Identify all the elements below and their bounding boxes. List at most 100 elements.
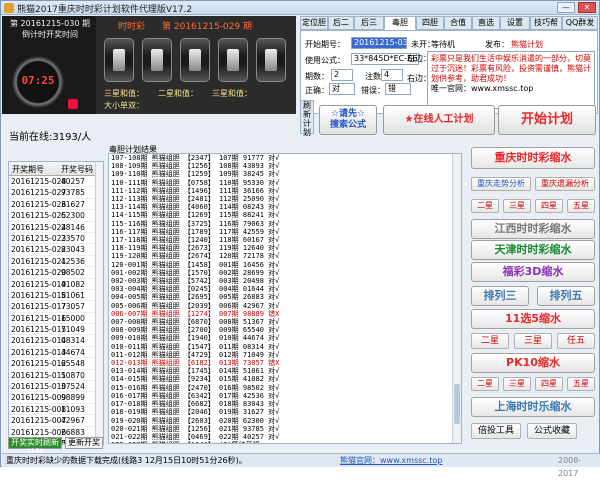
close-button[interactable]: ✕: [578, 2, 596, 13]
tj-shrink-button[interactable]: 天津时时彩缩水: [471, 240, 595, 260]
pk10-five-button[interactable]: 五星: [567, 377, 595, 391]
list-item-number: 98502: [61, 268, 85, 278]
tab-dudan[interactable]: 毒胆: [384, 16, 416, 30]
tab-qq-group[interactable]: QQ群发: [562, 16, 598, 30]
list-item-number: 40257: [61, 177, 85, 186]
draw-header: 时时彩 第 20161215-029 期: [104, 19, 290, 32]
pk10-shrink-button[interactable]: PK10缩水: [471, 353, 595, 373]
x115-shrink-button[interactable]: 11选5缩水: [471, 309, 595, 329]
status-value: 等待机: [431, 40, 455, 49]
wrong-label: 错误：: [361, 86, 385, 95]
tab-tips[interactable]: 技巧帮: [530, 16, 562, 30]
list-item[interactable]: 20161215-02283043: [9, 244, 103, 256]
list-item[interactable]: 20161215-00742967: [9, 415, 103, 427]
list-item[interactable]: 20161215-01773057: [9, 301, 103, 313]
result-line: 020-021期 熊猫组胆 【1256】 021期 93785 对√: [111, 424, 280, 433]
list-item[interactable]: 20161215-01037524: [9, 381, 103, 393]
plan-result-text[interactable]: 107-108期 熊猫组胆 【2347】 107期 91777 对√ 108-10…: [108, 153, 462, 444]
countdown-caption: 倒计时开奖时间: [22, 30, 78, 39]
search-formula-button[interactable]: ☆请先☆ 搜索公式: [319, 105, 377, 135]
list-item[interactable]: 20161215-01571049: [9, 324, 103, 336]
minimize-button[interactable]: —: [557, 2, 575, 13]
list-item[interactable]: 20161215-01408314: [9, 335, 103, 347]
result-line: 016-017期 熊猫组胆 【6342】 017期 42536 对√: [111, 391, 280, 400]
list-item-period: 20161215-013: [11, 347, 67, 357]
result-scroll-thumb[interactable]: [454, 384, 460, 424]
speaker-icon[interactable]: [68, 99, 78, 109]
tab-houer[interactable]: 后二: [328, 16, 354, 30]
tab-hezhi[interactable]: 合值: [444, 16, 472, 30]
draw-history-list[interactable]: 开奖期号 开奖号码 20161215-02840257 20161215-0279…: [8, 161, 104, 445]
pk10-two-button[interactable]: 二星: [471, 377, 499, 391]
list-item[interactable]: 20161215-01615000: [9, 313, 103, 325]
list-item-period: 20161215-024: [11, 222, 67, 232]
x115-three-button[interactable]: 三星: [514, 333, 552, 349]
x115-two-button[interactable]: 二星: [471, 333, 509, 349]
list-item[interactable]: 20161215-02793785: [9, 187, 103, 199]
list-item-number: 31627: [61, 199, 85, 209]
period-count-field[interactable]: 2: [331, 69, 353, 81]
list-item[interactable]: 20161215-01851061: [9, 290, 103, 302]
cq-four-star-button[interactable]: 四星: [535, 199, 563, 213]
start-plan-button[interactable]: 开始计划: [498, 105, 596, 135]
fc3d-shrink-button[interactable]: 福彩3D缩水: [471, 262, 595, 282]
list-item[interactable]: 20161215-02428146: [9, 222, 103, 233]
list-item[interactable]: 20161215-02323570: [9, 233, 103, 245]
cq-five-star-button[interactable]: 五星: [567, 199, 595, 213]
timed-refresh-button[interactable]: 开奖实时刷新计划: [8, 437, 62, 457]
list-item-number: 41082: [61, 279, 85, 289]
formula-favorites-button[interactable]: 公式收藏: [527, 423, 577, 439]
list-item[interactable]: 20161215-01941082: [9, 279, 103, 290]
list-item[interactable]: 20161215-02142536: [9, 256, 103, 268]
result-line: 116-117期 熊猫组胆 【1789】 117期 42559 对√: [111, 227, 280, 236]
list-item[interactable]: 20161215-01344674: [9, 347, 103, 359]
result-line: 006-007期 熊猫组胆 【1274】 007期 98889 错X: [111, 309, 280, 318]
correct-field[interactable]: 对: [329, 83, 355, 95]
jx-shrink-button[interactable]: 江西时时彩缩水: [471, 219, 595, 239]
bet-tool-button[interactable]: 倍投工具: [471, 423, 521, 439]
tab-settings[interactable]: 设置: [500, 16, 530, 30]
tab-sidan[interactable]: 四胆: [416, 16, 444, 30]
list-item-period: 20161215-008: [11, 404, 67, 414]
tab-zhixuan[interactable]: 直选: [472, 16, 500, 30]
result-scrollbar[interactable]: [452, 154, 461, 443]
result-line: 010-011期 熊猫组胆 【1547】 011期 08314 对√: [111, 342, 280, 351]
official-site-link[interactable]: 熊猫官网：www.xmssc.top: [340, 454, 442, 467]
pl3-button[interactable]: 排列三: [471, 286, 529, 306]
tab-housan[interactable]: 后三: [354, 16, 384, 30]
pk10-three-button[interactable]: 三星: [503, 377, 531, 391]
pl5-button[interactable]: 排列五: [537, 286, 595, 306]
tab-dingweidan[interactable]: 定位胆: [300, 16, 328, 30]
update-draw-button[interactable]: 更新开奖: [65, 437, 103, 449]
title-bar[interactable]: 熊猫2017重庆时时彩计划软件代理版V17.2 — ✕: [1, 1, 599, 15]
list-item-number: 37524: [61, 382, 85, 392]
x115-any-button[interactable]: 任五: [557, 333, 595, 349]
result-line: 112-113期 熊猫组胆 【2481】 112期 25090 对√: [111, 195, 280, 204]
list-item[interactable]: 20161215-02840257: [9, 176, 103, 188]
cq-trend-button[interactable]: 重庆走势分析: [471, 177, 531, 191]
list-item[interactable]: 20161215-00811093: [9, 404, 103, 416]
bet-count-field[interactable]: 4: [381, 69, 403, 81]
result-digit-1: [104, 38, 134, 82]
cq-three-star-button[interactable]: 三星: [503, 199, 531, 213]
list-item[interactable]: 20161215-01150870: [9, 370, 103, 382]
list-item[interactable]: 20161215-01265548: [9, 358, 103, 370]
sh-shrink-button[interactable]: 上海时时乐缩水: [471, 397, 595, 417]
list-item[interactable]: 20161215-02562300: [9, 210, 103, 222]
list-item[interactable]: 20161215-02631627: [9, 199, 103, 211]
start-period-field[interactable]: 20161215-030: [351, 37, 407, 49]
list-item[interactable]: 20161215-02098502: [9, 267, 103, 279]
formula-label: 使用公式：: [305, 56, 345, 65]
list-item-period: 20161215-015: [11, 325, 67, 335]
wrong-field[interactable]: 错: [385, 83, 411, 95]
cq-shrink-button[interactable]: 重庆时时彩缩水: [471, 147, 595, 169]
online-manual-plan-button[interactable]: ★在线人工计划: [383, 105, 495, 135]
pk10-four-button[interactable]: 四星: [535, 377, 563, 391]
cq-omission-button[interactable]: 重庆遗漏分析: [535, 177, 595, 191]
list-item[interactable]: 20161215-00998899: [9, 392, 103, 404]
list-scrollbar[interactable]: [95, 162, 103, 444]
refresh-plan-button[interactable]: 刷新计划: [300, 100, 314, 137]
cq-two-star-button[interactable]: 二星: [471, 199, 499, 213]
list-item-number: 44674: [61, 347, 85, 357]
result-line: 107-108期 熊猫组胆 【2347】 107期 91777 对√: [111, 154, 280, 162]
